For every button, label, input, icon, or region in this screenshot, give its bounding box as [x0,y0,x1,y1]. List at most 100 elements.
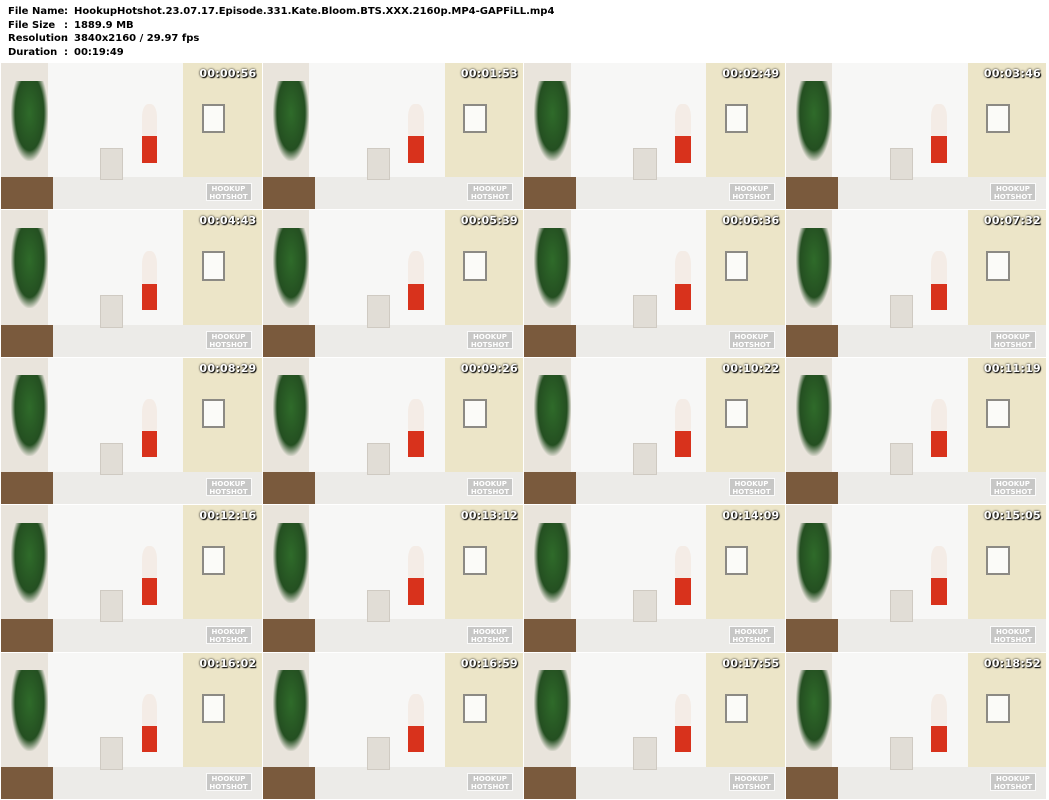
model-figure [408,398,424,431]
model-figure [408,546,424,579]
watermark-line1: HOOKUP [473,627,507,636]
model-figure [141,398,158,431]
duration-value: 00:19:49 [74,46,124,58]
watermark-logo: HOOKUP HOTSHOT [728,625,775,644]
plant [11,80,48,162]
video-thumbnail: 00:01:53 HOOKUP HOTSHOT [262,63,524,211]
timestamp: 00:07:32 [983,214,1041,228]
model-figure-legs [141,725,158,753]
timestamp: 00:04:43 [199,214,257,228]
wall-frame [463,398,487,429]
pedestal [99,147,124,181]
plant [795,522,833,604]
model-figure [141,251,158,284]
video-thumbnail: 00:15:05 HOOKUP HOTSHOT [785,505,1047,653]
wood-floor [1,177,54,210]
watermark-line2: HOTSHOT [993,488,1033,497]
watermark-line2: HOTSHOT [732,635,771,644]
wall-frame [463,103,487,134]
pedestal [633,442,657,475]
watermark-logo: HOOKUP HOTSHOT [205,330,252,349]
wood-floor [1,471,54,505]
wall-frame [986,103,1010,134]
model-figure-legs [931,578,947,605]
wall-frame [201,103,226,134]
model-figure-legs [408,725,424,753]
video-thumbnail: 00:16:02 HOOKUP HOTSHOT [1,652,263,800]
model-figure-legs [675,283,691,310]
watermark-line1: HOOKUP [211,185,246,194]
watermark-logo: HOOKUP HOTSHOT [728,183,775,202]
watermark-logo: HOOKUP HOTSHOT [990,330,1036,349]
video-thumbnail: 00:13:12 HOOKUP HOTSHOT [262,505,524,653]
duration-label: Duration [8,46,58,58]
watermark-line2: HOTSHOT [209,782,248,791]
plant [272,375,310,456]
plant [534,670,571,751]
model-figure-legs [408,430,424,458]
wall-frame [986,398,1010,429]
plant [11,227,48,309]
timestamp: 00:11:19 [983,361,1041,375]
timestamp: 00:00:56 [199,67,257,80]
watermark-line1: HOOKUP [734,480,769,489]
watermark-line2: HOTSHOT [993,340,1033,349]
watermark-line1: HOOKUP [211,332,246,341]
timestamp: 00:10:22 [722,361,780,375]
timestamp: 00:16:02 [199,656,257,670]
watermark-line2: HOTSHOT [209,340,248,349]
video-thumbnail: 00:14:09 HOOKUP HOTSHOT [524,505,786,653]
watermark-line2: HOTSHOT [732,782,771,791]
timestamp: 00:09:26 [460,361,518,375]
file-name-row: File Name : HookupHotshot.23.07.17.Episo… [8,5,554,19]
plant [11,375,48,456]
timestamp: 00:15:05 [983,509,1041,523]
wood-floor [785,471,838,505]
model-figure [931,103,947,137]
watermark-logo: HOOKUP HOTSHOT [205,478,252,497]
model-figure-legs [408,136,424,163]
wood-floor [524,324,577,357]
model-figure-legs [141,283,158,310]
model-figure [675,546,691,579]
wall-frame [463,546,487,576]
watermark-line1: HOOKUP [996,774,1030,783]
timestamp: 00:03:46 [983,67,1041,80]
video-thumbnail: 00:16:59 HOOKUP HOTSHOT [262,652,524,800]
watermark-line1: HOOKUP [734,332,769,341]
watermark-logo: HOOKUP HOTSHOT [467,772,513,791]
video-thumbnail: 00:00:56 HOOKUP HOTSHOT [1,63,263,211]
wood-floor [262,324,315,357]
separator: : [64,19,68,31]
model-figure [408,103,424,137]
watermark-logo: HOOKUP HOTSHOT [467,478,513,497]
watermark-line1: HOOKUP [473,332,507,341]
wood-floor [785,324,838,357]
watermark-logo: HOOKUP HOTSHOT [990,183,1036,202]
model-figure [675,103,691,137]
model-figure [675,398,691,431]
model-figure-legs [931,430,947,458]
duration-row: Duration : 00:19:49 [8,46,554,60]
wood-floor [785,619,838,652]
wall-frame [463,693,487,723]
pedestal [366,590,391,623]
watermark-line1: HOOKUP [996,480,1030,489]
plant [795,375,833,456]
watermark-line2: HOTSHOT [470,488,510,497]
watermark-line2: HOTSHOT [470,193,510,202]
pedestal [889,590,914,623]
timestamp: 00:08:29 [199,361,257,375]
file-info-panel: File Name : HookupHotshot.23.07.17.Episo… [8,5,554,59]
wall-frame [201,398,226,429]
model-figure-legs [141,136,158,163]
watermark-logo: HOOKUP HOTSHOT [467,183,513,202]
video-thumbnail: 00:09:26 HOOKUP HOTSHOT [262,357,524,506]
watermark-logo: HOOKUP HOTSHOT [728,772,775,791]
model-figure [141,546,158,579]
watermark-line1: HOOKUP [473,774,507,783]
timestamp: 00:14:09 [722,509,780,523]
wall-frame [724,251,749,281]
pedestal [889,295,914,328]
wood-floor [524,619,577,652]
